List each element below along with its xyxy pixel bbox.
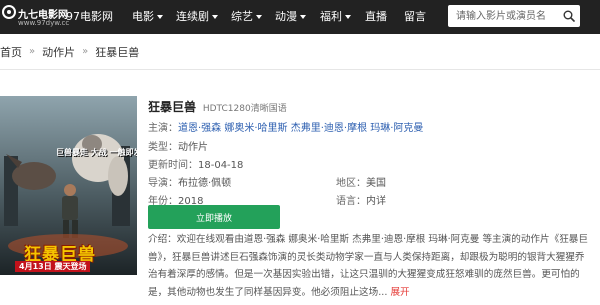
nav-home[interactable]: 97电影网 bbox=[66, 0, 132, 34]
breadcrumb-separator: » bbox=[82, 46, 89, 57]
region-label: 地区： bbox=[336, 178, 366, 189]
chevron-down-icon bbox=[256, 15, 262, 19]
nav-live[interactable]: 直播 bbox=[365, 0, 404, 34]
movie-poster[interactable]: 巨兽暴走 大战 一触即发 狂暴巨兽 4月13日 震天登场 bbox=[0, 96, 137, 275]
search-box bbox=[448, 5, 580, 27]
breadcrumb-home[interactable]: 首页 bbox=[0, 44, 22, 60]
top-header: 九七电影网 www.97dyw.cc 97电影网 电影 连续剧 综艺 动漫 福利… bbox=[0, 0, 600, 34]
cast-label: 主演： bbox=[148, 123, 178, 134]
title-row: 狂暴巨兽 HDTC1280清晰国语 bbox=[148, 98, 287, 115]
director-field: 导演：布拉德·佩顿 bbox=[148, 174, 231, 189]
nav-anime[interactable]: 动漫 bbox=[275, 0, 320, 34]
nav-movies[interactable]: 电影 bbox=[132, 0, 176, 34]
chevron-down-icon bbox=[345, 15, 351, 19]
nav-live-label: 直播 bbox=[365, 10, 387, 23]
director-label: 导演： bbox=[148, 178, 178, 189]
movie-quality: HDTC1280清晰国语 bbox=[202, 104, 287, 114]
expand-link[interactable]: 展开 bbox=[390, 287, 409, 298]
region-field: 地区：美国 bbox=[336, 174, 386, 189]
search-button[interactable] bbox=[558, 5, 580, 27]
cast-value[interactable]: 道恩·强森 娜奥米·哈里斯 杰弗里·迪恩·摩根 玛琳·阿克曼 bbox=[178, 123, 423, 134]
poster-release-date: 4月13日 震天登场 bbox=[15, 261, 91, 272]
search-input[interactable] bbox=[448, 5, 558, 27]
updated-label: 更新时间： bbox=[148, 160, 198, 171]
updated-field: 更新时间：18-04-18 bbox=[148, 156, 243, 171]
logo-url: www.97dyw.cc bbox=[18, 19, 70, 27]
type-field: 类型：动作片 bbox=[148, 138, 208, 153]
nav-welfare[interactable]: 福利 bbox=[320, 0, 365, 34]
language-value: 内详 bbox=[366, 196, 386, 207]
chevron-down-icon bbox=[157, 15, 163, 19]
breadcrumb-category[interactable]: 动作片 bbox=[42, 44, 75, 60]
updated-value: 18-04-18 bbox=[198, 160, 244, 171]
type-value[interactable]: 动作片 bbox=[178, 142, 208, 153]
description-text: 欢迎在线观看由道恩·强森 娜奥米·哈里斯 杰弗里·迪恩·摩根 玛琳·阿克曼 等主… bbox=[148, 234, 588, 298]
nav-variety-label: 综艺 bbox=[231, 10, 253, 23]
type-label: 类型： bbox=[148, 142, 178, 153]
search-icon bbox=[563, 10, 575, 22]
chevron-down-icon bbox=[300, 15, 306, 19]
nav-movies-label: 电影 bbox=[132, 10, 154, 23]
breadcrumb: 首页 » 动作片 » 狂暴巨兽 bbox=[0, 34, 600, 70]
breadcrumb-separator: » bbox=[29, 46, 36, 57]
nav-series-label: 连续剧 bbox=[176, 10, 209, 23]
language-label: 语言： bbox=[336, 196, 366, 207]
nav-welfare-label: 福利 bbox=[320, 10, 342, 23]
nav-series[interactable]: 连续剧 bbox=[176, 0, 231, 34]
description-label: 介绍： bbox=[148, 234, 177, 245]
site-logo[interactable]: 九七电影网 www.97dyw.cc bbox=[0, 0, 69, 34]
nav-guestbook[interactable]: 留言 bbox=[404, 0, 444, 34]
chevron-down-icon bbox=[212, 15, 218, 19]
movie-detail: 巨兽暴走 大战 一触即发 狂暴巨兽 4月13日 震天登场 狂暴巨兽 HDTC12… bbox=[0, 70, 600, 305]
region-value[interactable]: 美国 bbox=[366, 178, 386, 189]
main-nav: 97电影网 电影 连续剧 综艺 动漫 福利 直播 留言 bbox=[66, 0, 444, 34]
nav-anime-label: 动漫 bbox=[275, 10, 297, 23]
breadcrumb-current: 狂暴巨兽 bbox=[95, 45, 140, 59]
movie-title: 狂暴巨兽 bbox=[148, 100, 197, 114]
poster-tagline: 巨兽暴走 大战 一触即发 bbox=[56, 148, 137, 157]
nav-guestbook-label: 留言 bbox=[404, 10, 426, 23]
play-now-button[interactable]: 立即播放 bbox=[148, 205, 280, 229]
cast-field: 主演：道恩·强森 娜奥米·哈里斯 杰弗里·迪恩·摩根 玛琳·阿克曼 bbox=[148, 119, 423, 134]
nav-home-label: 97电影网 bbox=[66, 10, 113, 23]
director-value[interactable]: 布拉德·佩顿 bbox=[178, 178, 231, 189]
nav-variety[interactable]: 综艺 bbox=[231, 0, 275, 34]
language-field: 语言：内详 bbox=[336, 192, 386, 207]
movie-description: 介绍：欢迎在线观看由道恩·强森 娜奥米·哈里斯 杰弗里·迪恩·摩根 玛琳·阿克曼… bbox=[148, 231, 588, 301]
logo-mark-icon bbox=[2, 5, 16, 19]
